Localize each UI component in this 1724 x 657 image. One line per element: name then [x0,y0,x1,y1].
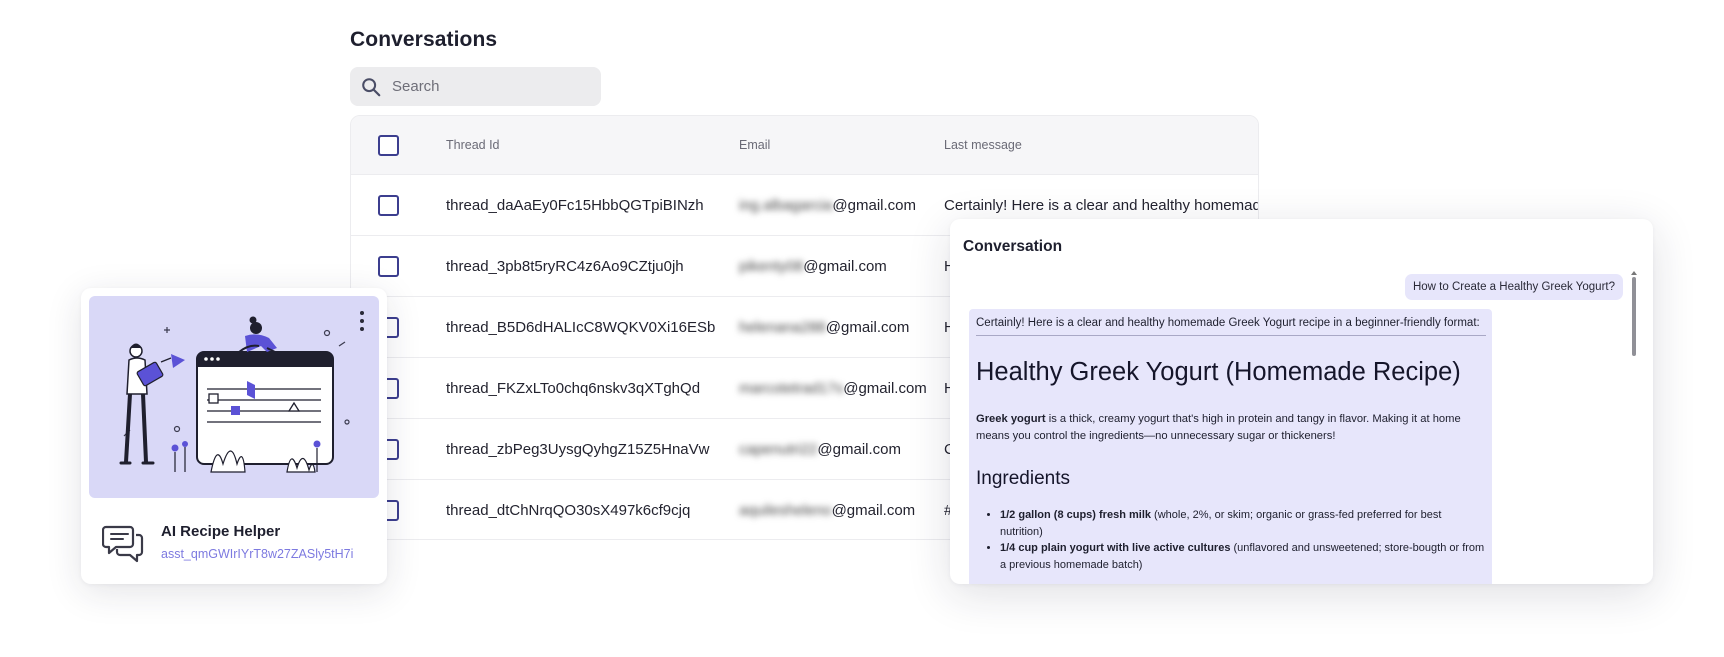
email-domain: @gmail.com [831,501,916,519]
ingredient-name: 1/2 gallon (8 cups) fresh milk [1000,509,1151,521]
ingredients-heading: Ingredients [976,468,1071,489]
recipe-description: Greek yogurt is a thick, creamy yogurt t… [976,411,1486,444]
conversation-panel: Conversation How to Create a Healthy Gre… [950,219,1653,584]
email-domain: @gmail.com [832,196,916,214]
thread-id-cell: thread_FKZxLTo0chq6nskv3qXTghQd [446,379,701,397]
email-cell: capenutri22 @gmail.com [739,419,901,479]
assistant-illustration-graphic [119,316,350,473]
thread-id-cell: thread_zbPeg3UysgQyhgZ15Z5HnaVw [446,440,710,458]
conversation-title: Conversation [963,238,1063,255]
assistant-card[interactable]: AI Recipe Helper asst_qmGWIrIYrT8w27ZASl… [81,288,387,584]
search-icon [362,77,381,96]
thread-id-cell: thread_B5D6dHALIcC8WQKV0Xi16ESb [446,318,716,336]
page-title: Conversations [350,28,498,51]
ingredients-list: 1/2 gallon (8 cups) fresh milk (whole, 2… [976,507,1486,573]
user-message-bubble: How to Create a Healthy Greek Yogurt? [1404,274,1623,300]
recipe-description-text: is a thick, creamy yogurt that's high in… [976,413,1461,442]
thread-id-cell: thread_daAaEy0Fc15HbbQGTpiBINzh [446,196,704,214]
row-checkbox[interactable] [378,194,399,216]
search-box[interactable] [350,67,601,106]
thread-id-cell: thread_dtChNrqQO30sX497k6cf9cjq [446,501,691,519]
email-cell: aquilesheleno @gmail.com [739,480,916,539]
more-options-icon[interactable] [357,310,367,332]
thread-id-cell: thread_3pb8t5ryRC4z6Ao9CZtju0jh [446,257,684,275]
email-local-part: marcotetrad17s [739,379,844,397]
divider [976,335,1486,336]
search-input[interactable] [390,77,584,96]
email-domain: @gmail.com [803,257,887,275]
email-cell: pikenty08 @gmail.com [739,236,887,296]
assistant-message-intro: Certainly! Here is a clear and healthy h… [976,317,1480,329]
email-domain: @gmail.com [817,440,901,458]
scrollbar-thumb[interactable] [1632,277,1636,356]
email-local-part: ing.albagarcia [739,196,833,214]
column-header-last-message[interactable]: Last message [944,116,1258,174]
email-local-part: helenana288 [739,318,826,336]
email-cell: marcotetrad17s @gmail.com [739,358,927,418]
scroll-up-arrow-icon[interactable] [1631,271,1637,275]
recipe-description-bold: Greek yogurt [976,413,1046,425]
list-item: 1/2 gallon (8 cups) fresh milk (whole, 2… [1000,507,1486,540]
assistant-message-bubble: Certainly! Here is a clear and healthy h… [969,309,1492,584]
assistant-id[interactable]: asst_qmGWIrIYrT8w27ZASly5tH7i [161,547,353,561]
email-domain: @gmail.com [825,318,910,336]
row-checkbox[interactable] [378,255,399,277]
email-local-part: aquilesheleno [739,501,832,519]
email-local-part: capenutri22 [739,440,818,458]
assistant-name: AI Recipe Helper [161,523,281,540]
assistant-illustration [89,296,379,498]
chat-bubbles-icon [102,525,144,563]
column-header-thread-id[interactable]: Thread Id [446,116,500,174]
email-cell: ing.albagarcia @gmail.com [739,175,916,235]
conversation-scrollbar[interactable] [1631,271,1637,573]
email-domain: @gmail.com [843,379,927,397]
select-all-checkbox[interactable] [378,134,399,156]
column-header-email[interactable]: Email [739,116,770,174]
list-item: 1/4 cup plain yogurt with live active cu… [1000,540,1486,573]
recipe-heading: Healthy Greek Yogurt (Homemade Recipe) [976,358,1461,386]
ingredient-name: 1/4 cup plain yogurt with live active cu… [1000,542,1231,554]
email-local-part: pikenty08 [739,257,804,275]
table-header: Thread Id Email Last message [351,116,1258,174]
email-cell: helenana288 @gmail.com [739,297,909,357]
